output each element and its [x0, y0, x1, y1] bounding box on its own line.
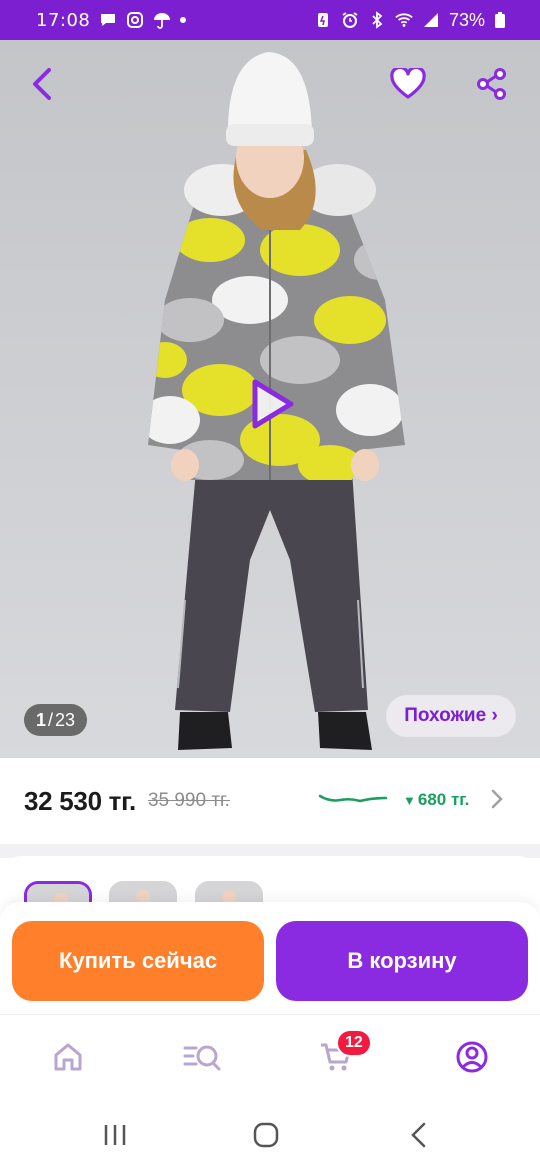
current-price: 32 530 тг.	[24, 785, 136, 816]
image-counter-total: 23	[55, 709, 76, 730]
status-bar: 17:08 73%	[0, 0, 540, 40]
bottom-navigation: 12	[0, 1014, 540, 1100]
buy-now-button[interactable]: Купить сейчас	[12, 921, 264, 1001]
old-price: 35 990 тг.	[147, 790, 230, 811]
image-counter: 1 / 23	[24, 704, 88, 736]
profile-icon	[456, 1041, 488, 1073]
price-section[interactable]: 32 530 тг. 35 990 тг. ▼ 680 тг.	[0, 758, 540, 844]
price-drop-arrow-icon: ▼	[403, 792, 416, 808]
status-time: 17:08	[36, 9, 91, 31]
instagram-icon	[127, 12, 144, 28]
play-video-button[interactable]	[240, 372, 304, 436]
price-history-trend-icon	[318, 794, 388, 803]
bluetooth-icon	[372, 11, 383, 29]
signal-icon	[423, 13, 438, 27]
heart-icon	[390, 68, 426, 99]
battery-icon	[495, 12, 505, 28]
chevron-right-icon	[491, 789, 503, 809]
image-counter-current: 1	[36, 709, 47, 730]
image-counter-separator: /	[48, 709, 54, 730]
favorite-button[interactable]	[386, 62, 430, 106]
product-gallery[interactable]: 1 / 23 Похожие ›	[0, 40, 540, 762]
price-drop: ▼ 680 тг.	[403, 790, 469, 810]
share-button[interactable]	[470, 62, 514, 106]
cart-count-badge: 12	[336, 1029, 372, 1057]
price-drop-value: 680 тг.	[417, 790, 470, 809]
share-icon	[477, 68, 506, 100]
home-system-button[interactable]	[249, 1118, 283, 1152]
battery-percent: 73%	[448, 9, 485, 30]
back-system-button[interactable]	[402, 1118, 436, 1152]
back-arrow-icon	[33, 68, 51, 100]
add-to-cart-button[interactable]: В корзину	[276, 921, 528, 1001]
recent-apps-button[interactable]	[98, 1118, 132, 1152]
home-circle-icon	[253, 1122, 279, 1148]
catalog-search-icon	[183, 1045, 221, 1071]
battery-saver-icon	[317, 13, 328, 27]
nav-catalog[interactable]	[182, 1037, 222, 1077]
recent-apps-icon	[104, 1125, 126, 1145]
umbrella-icon	[154, 13, 171, 29]
similar-products-button[interactable]: Похожие ›	[386, 695, 516, 737]
back-chevron-icon	[411, 1122, 426, 1148]
alarm-icon	[342, 12, 358, 28]
nav-home[interactable]	[48, 1037, 88, 1077]
nav-profile[interactable]	[452, 1037, 492, 1077]
chat-icon	[101, 14, 116, 26]
play-icon	[252, 379, 294, 429]
dot-icon	[180, 17, 187, 23]
purchase-bar: Купить сейчас В корзину	[0, 902, 540, 1014]
system-navigation-bar	[0, 1100, 540, 1170]
wifi-icon	[395, 13, 413, 27]
back-button[interactable]	[20, 62, 64, 106]
home-icon	[54, 1043, 82, 1071]
